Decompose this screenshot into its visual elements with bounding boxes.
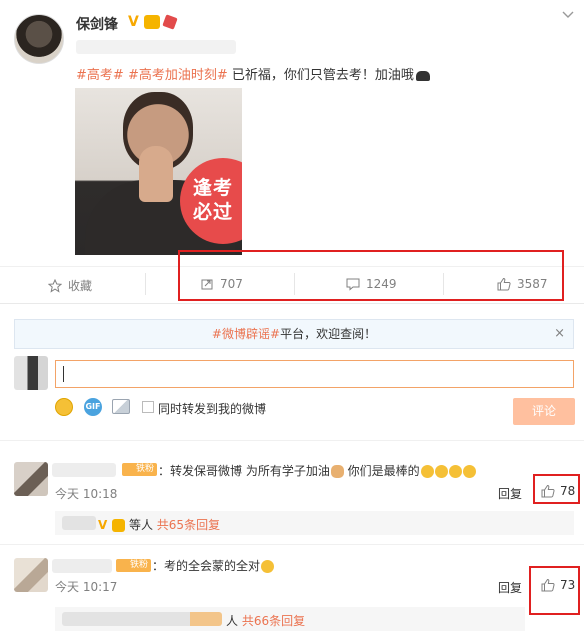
hashtag-link[interactable]: #高考# [76, 68, 124, 83]
author-avatar[interactable] [14, 14, 64, 64]
reply-button[interactable]: 回复 [498, 485, 522, 502]
emoji-icon[interactable] [55, 398, 73, 416]
emoji-icon [434, 465, 448, 478]
sub-replies-link[interactable]: 共66条回复 [242, 614, 305, 628]
flex-arm-emoji-icon [415, 70, 430, 81]
rumor-link[interactable]: 微博辟谣 [222, 327, 270, 341]
sub-replies-summary: 人 共66条回复 [226, 612, 305, 629]
emoji-icon [448, 465, 462, 478]
comment-body: ：转发保哥微博 为所有学子加油 [158, 464, 330, 478]
text-caret [63, 366, 64, 382]
repost-checkbox-label[interactable]: 同时转发到我的微博 [158, 400, 266, 417]
current-user-avatar [14, 356, 48, 390]
verified-badge: V [128, 14, 139, 30]
highlight-box [178, 250, 564, 301]
sub-replies-text: 人 [226, 614, 239, 628]
commenter-name-blurred[interactable] [52, 463, 116, 477]
rumor-hash-end: # [270, 327, 281, 341]
comment-time: 今天 10:18 [55, 487, 118, 501]
post-meta-blurred [76, 40, 236, 54]
sub-replies-summary: V 等人 共65条回复 [98, 516, 220, 533]
rumor-notice-bar: #微博辟谣#平台，欢迎查阅！ × [14, 319, 574, 349]
divider [0, 303, 584, 304]
reply-button[interactable]: 回复 [498, 579, 522, 596]
comment-text: ：转发保哥微博 为所有学子加油 你们是最棒的 [158, 462, 476, 479]
highlight-box [533, 474, 580, 504]
hashtag-link[interactable]: #高考加油时刻# [128, 68, 228, 83]
highlight-box [529, 566, 580, 615]
commenter-avatar[interactable] [14, 558, 48, 592]
repost-checkbox[interactable] [142, 401, 154, 413]
rumor-suffix: 平台，欢迎查阅！ [280, 327, 377, 341]
sub-reply-user-blurred[interactable] [62, 516, 96, 530]
image-hands [139, 146, 173, 202]
member-crown-icon [144, 15, 160, 29]
post-text: #高考# #高考加油时刻# 已祈福，你们只管去考！加油哦 [76, 64, 430, 83]
emoji-icon [261, 560, 275, 573]
star-icon [48, 278, 62, 293]
comment-input[interactable] [55, 360, 574, 388]
fan-badge: 铁粉 [116, 559, 152, 572]
comment-submit-button[interactable]: 评论 [513, 398, 575, 425]
sub-replies-text: 等人 [128, 518, 153, 532]
favorite-label: 收藏 [68, 279, 93, 293]
close-icon[interactable]: × [554, 320, 565, 348]
emoji-icon [420, 465, 434, 478]
rumor-hash: # [211, 327, 222, 341]
comment-time: 今天 10:17 [55, 580, 118, 594]
comment-body-tail: 你们是最棒的 [343, 464, 420, 478]
emoji-icon [462, 465, 476, 478]
favorite-button[interactable]: 收藏 [48, 277, 92, 294]
author-name[interactable]: 保剑锋 [76, 14, 118, 34]
commenter-avatar[interactable] [14, 462, 48, 496]
commenter-name-blurred[interactable] [52, 559, 112, 573]
image-icon[interactable] [112, 399, 130, 414]
stamp-line-1: 逢考 [192, 177, 233, 199]
sub-reply-users-blurred[interactable] [62, 612, 222, 626]
member-crown-icon [112, 519, 126, 532]
divider [0, 440, 584, 441]
divider [0, 544, 584, 545]
action-separator [145, 273, 146, 295]
chevron-down-icon[interactable] [562, 10, 574, 20]
comment-body: ：考的全会蒙的全对 [152, 559, 261, 573]
comment-text: ：考的全会蒙的全对 [152, 557, 275, 574]
gif-icon[interactable]: GIF [84, 398, 102, 416]
gift-icon [162, 14, 178, 30]
post-body: 已祈福，你们只管去考！加油哦 [231, 68, 414, 83]
sub-replies-link[interactable]: 共65条回复 [157, 518, 220, 532]
stamp-line-2: 必过 [192, 201, 233, 223]
verified-badge: V [98, 518, 108, 532]
flex-arm-emoji-icon [330, 465, 344, 478]
fan-badge: 铁粉 [122, 463, 158, 476]
post-image[interactable]: 逢考 必过 [75, 88, 242, 255]
